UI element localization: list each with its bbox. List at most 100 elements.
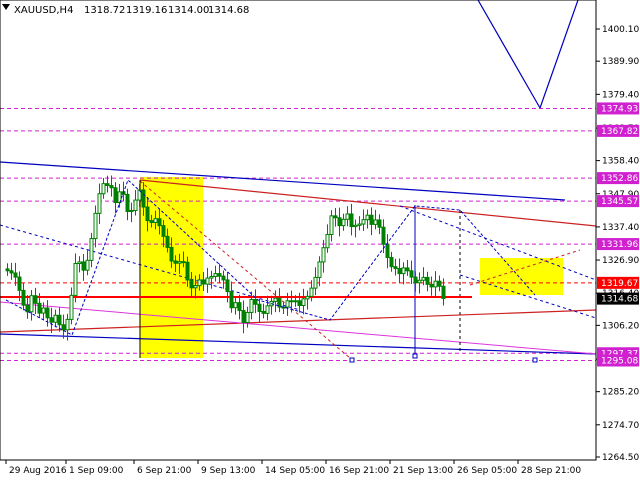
- candle-body-27: [113, 187, 118, 204]
- candle-body-90: [365, 214, 370, 221]
- candle-body-26: [109, 185, 114, 189]
- candle-body-36: [149, 220, 154, 223]
- zigzag-path: [5, 179, 536, 336]
- candle-body-88: [357, 223, 362, 226]
- candle-body-80: [325, 233, 330, 249]
- candle-body-40: [165, 235, 170, 248]
- candle-body-59: [241, 310, 246, 324]
- candle-body-55: [225, 279, 230, 293]
- price-chart: 1400.101389.901379.401368.701358.401347.…: [0, 0, 639, 476]
- candle-body-93: [377, 219, 382, 228]
- candle-body-35: [145, 206, 150, 222]
- candle-body-92: [373, 219, 378, 225]
- candle-body-43: [177, 261, 182, 264]
- indicator-lines: [5, 179, 538, 363]
- candle-body-11: [49, 317, 54, 323]
- level-tag-label-1: 1367.82: [601, 127, 638, 137]
- candle-body-7: [33, 295, 38, 304]
- x-tick-label-2: 6 Sep 21:00: [137, 466, 192, 476]
- y-tick-label-11: 1285.20: [602, 388, 639, 398]
- candle-body-10: [45, 307, 50, 319]
- y-tick-label-9: 1306.20: [602, 321, 639, 331]
- candle-body-39: [161, 225, 166, 237]
- candle-body-16: [69, 294, 74, 320]
- x-tick-label-4: 14 Sep 05:00: [265, 466, 325, 476]
- candle-body-48: [197, 279, 202, 287]
- candle-body-9: [41, 307, 46, 314]
- candle-body-58: [237, 302, 242, 312]
- y-tick-label-6: 1337.40: [602, 223, 639, 233]
- candle-body-81: [329, 215, 334, 235]
- candle-body-53: [217, 273, 222, 277]
- chart-header: XAUUSD,H4 1318.72 1319.16 1314.00 1314.6…: [2, 4, 249, 16]
- candle-body-106: [429, 283, 434, 288]
- candle-body-75: [305, 295, 310, 300]
- trend-line-10: [477, 0, 541, 109]
- candle-body-95: [385, 243, 390, 259]
- candle-body-47: [193, 285, 198, 289]
- candle-body-76: [309, 287, 314, 297]
- candle-body-51: [209, 275, 214, 279]
- level-tag-label-5: 1319.67: [601, 279, 638, 289]
- ohlc-high: 1319.16: [126, 5, 167, 16]
- candle-body-54: [221, 275, 226, 281]
- anchor-marker-0: [349, 357, 355, 363]
- candle-body-22: [93, 212, 98, 240]
- candle-body-85: [345, 213, 350, 220]
- y-tick-label-13: 1264.50: [602, 453, 639, 463]
- candle-body-102: [413, 276, 418, 284]
- candle-body-67: [273, 297, 278, 302]
- candle-body-63: [257, 303, 262, 312]
- level-tag-label-0: 1374.93: [601, 104, 638, 114]
- candle-body-103: [417, 279, 422, 284]
- candle-body-70: [285, 300, 290, 308]
- anchor-marker-1: [412, 353, 418, 359]
- y-tick-label-0: 1400.10: [602, 25, 639, 35]
- candle-body-45: [185, 261, 190, 281]
- candle-body-108: [437, 280, 442, 287]
- y-tick-label-12: 1274.70: [602, 421, 639, 431]
- ohlc-close: 1314.68: [208, 5, 249, 16]
- candles: [5, 175, 446, 341]
- horizontal-levels: [0, 107, 596, 361]
- trend-line-4: [0, 301, 597, 355]
- candle-body-25: [105, 183, 110, 187]
- candle-body-97: [393, 266, 398, 270]
- candle-body-52: [213, 273, 218, 277]
- candle-body-71: [289, 300, 294, 303]
- candle-body-46: [189, 279, 194, 289]
- candle-body-42: [173, 260, 178, 264]
- plot-frame: [0, 0, 597, 461]
- x-tick-label-1: 1 Sep 09:00: [69, 466, 124, 476]
- candle-body-107: [433, 280, 438, 288]
- candle-body-18: [77, 261, 82, 265]
- candle-body-96: [389, 257, 394, 268]
- candle-body-77: [313, 276, 318, 289]
- candle-body-21: [89, 238, 94, 261]
- candle-body-101: [409, 270, 414, 278]
- collapse-triangle-icon[interactable]: [2, 4, 10, 10]
- candle-body-94: [381, 226, 386, 245]
- candle-body-6: [29, 295, 34, 313]
- candle-body-109: [441, 285, 446, 300]
- candle-body-87: [353, 224, 358, 228]
- candle-body-5: [25, 304, 30, 313]
- candle-body-1: [9, 270, 14, 274]
- candle-body-30: [125, 193, 130, 212]
- candle-body-15: [65, 318, 70, 331]
- candle-body-0: [5, 268, 10, 272]
- candle-body-72: [293, 300, 298, 303]
- trend-line-1: [0, 333, 597, 355]
- candle-body-44: [181, 261, 186, 264]
- candle-body-4: [21, 289, 26, 306]
- highlight-zone-right: [480, 258, 563, 295]
- level-tag-label-7: 1295.08: [601, 356, 638, 366]
- y-tick-label-2: 1379.40: [602, 90, 639, 100]
- candle-body-73: [297, 300, 302, 306]
- current-price-tag-label: 1314.68: [601, 295, 638, 305]
- candle-body-12: [53, 314, 58, 323]
- candle-body-23: [97, 193, 102, 214]
- y-tick-label-1: 1389.90: [602, 57, 639, 67]
- candle-body-38: [157, 218, 162, 227]
- ohlc-low: 1314.00: [168, 5, 209, 16]
